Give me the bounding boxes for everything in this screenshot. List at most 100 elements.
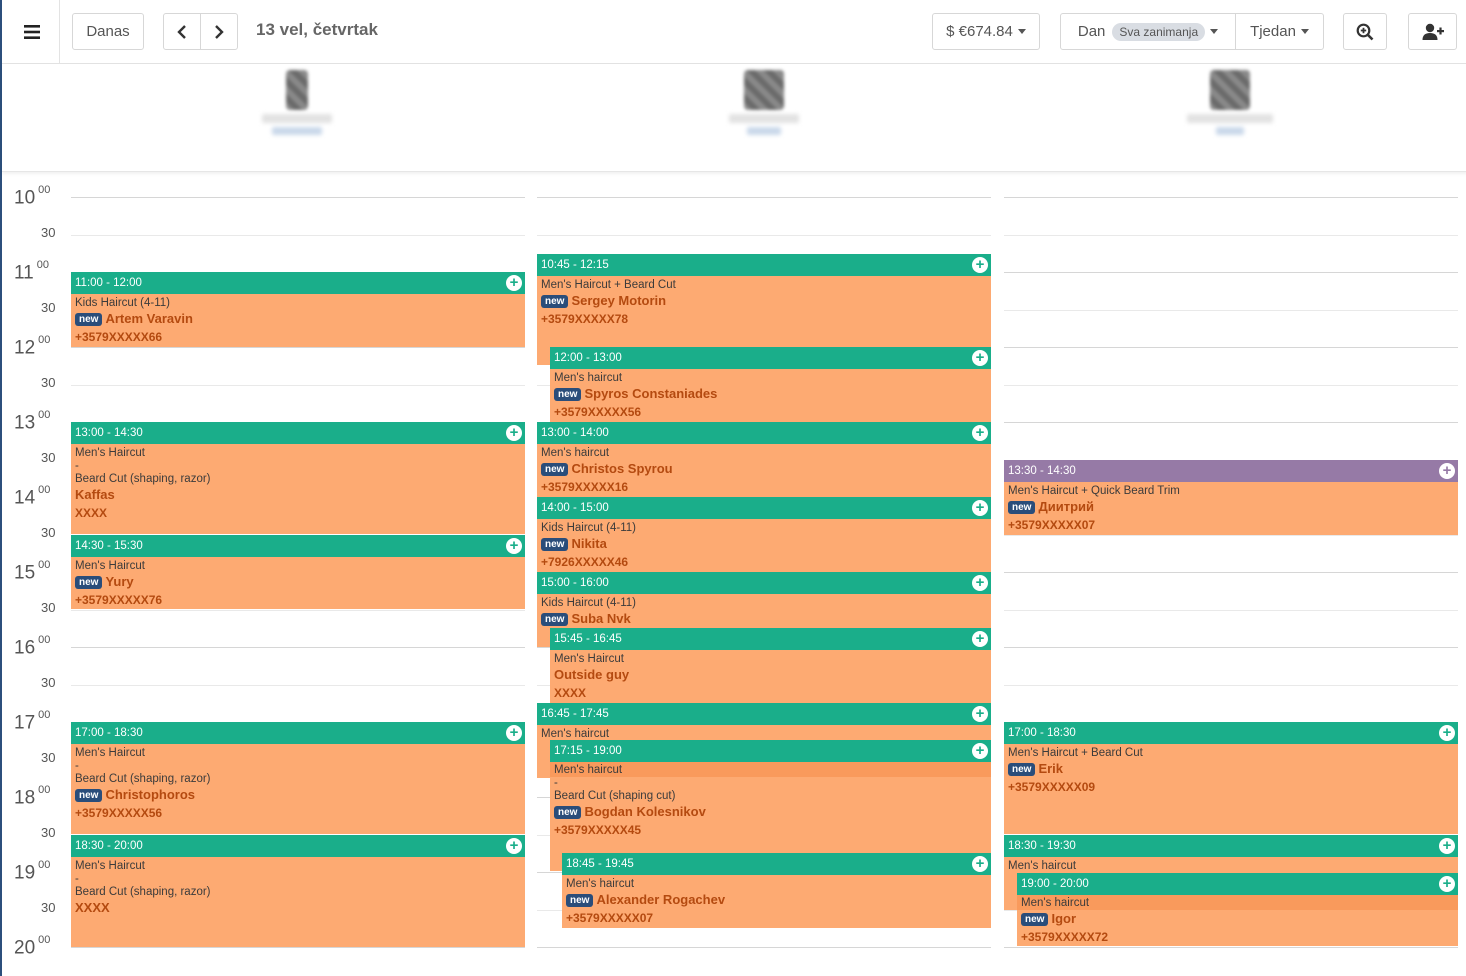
plus-circle-icon[interactable]: +	[506, 275, 522, 291]
half-hour-label: 30	[41, 450, 56, 465]
calendar-app: Danas 13 vel, četvrtak $ €674.84 Dan Sva…	[0, 0, 1466, 976]
plus-circle-icon[interactable]: +	[972, 575, 988, 591]
hour-label: 16 00	[14, 634, 51, 659]
half-hour-label: 30	[41, 750, 56, 765]
avatar	[744, 70, 784, 110]
appointment[interactable]: 18:30 - 20:00 + Men's Haircut - Beard Cut…	[71, 835, 525, 947]
appointment[interactable]: 19:00 - 20:00 + Men's haircut new Igor +35…	[1017, 873, 1458, 946]
view-day-label: Dan	[1077, 23, 1106, 40]
appointment[interactable]: 13:00 - 14:30 + Men's Haircut - Beard Cut…	[71, 422, 525, 534]
plus-circle-icon[interactable]: +	[506, 538, 522, 554]
menu-button[interactable]	[4, 0, 60, 63]
appointment-client: new Alexander Rogachev	[566, 891, 987, 909]
new-badge: new	[541, 538, 569, 552]
new-badge: new	[75, 576, 103, 590]
appointment[interactable]: 13:30 - 14:30 + Men's Haircut + Quick Bea…	[1004, 460, 1458, 535]
plus-circle-icon[interactable]: +	[1439, 463, 1455, 479]
appointment-time: 11:00 - 12:00	[75, 277, 142, 289]
new-badge: new	[75, 313, 103, 327]
plus-circle-icon[interactable]: +	[506, 838, 522, 854]
add-staff-button[interactable]	[1408, 13, 1457, 50]
staff-role	[1216, 127, 1244, 135]
chevron-right-icon	[215, 24, 224, 39]
plus-circle-icon[interactable]: +	[972, 856, 988, 872]
prev-day-button[interactable]	[163, 13, 201, 50]
plus-circle-icon[interactable]: +	[506, 725, 522, 741]
appointment-phone: +3579XXXXX16	[541, 480, 629, 494]
today-button[interactable]: Danas	[72, 13, 144, 50]
appointment-header: 10:45 - 12:15 +	[537, 254, 991, 276]
appointment[interactable]: 15:45 - 16:45 + Men's Haircut Outside guy…	[550, 628, 991, 703]
appointment-time: 17:15 - 19:00	[554, 745, 622, 757]
appointment-service: Kids Haircut (4-11)	[541, 597, 637, 609]
appointment-time: 19:00 - 20:00	[1021, 878, 1089, 890]
appointment-service: Men's haircut	[566, 878, 635, 890]
view-day-dropdown[interactable]: Dan Sva zanimanja	[1060, 13, 1236, 50]
staff-name	[262, 114, 332, 123]
plus-circle-icon[interactable]: +	[972, 631, 988, 647]
appointment[interactable]: 14:30 - 15:30 + Men's Haircut new Yury +35…	[71, 535, 525, 609]
next-day-button[interactable]	[200, 13, 238, 50]
plus-circle-icon[interactable]: +	[1439, 838, 1455, 854]
staff-column-3[interactable]	[1180, 70, 1280, 135]
appointment-service: Men's Haircut + Beard Cut	[1008, 747, 1143, 759]
appointment-header: 11:00 - 12:00 +	[71, 272, 525, 294]
hour-label: 13 00	[14, 409, 51, 434]
appointment-header: 18:30 - 19:30 +	[1004, 835, 1458, 857]
appointment-header: 14:30 - 15:30 +	[71, 535, 525, 557]
new-badge: new	[554, 806, 582, 820]
new-badge: new	[541, 613, 569, 627]
plus-circle-icon[interactable]: +	[972, 706, 988, 722]
zoom-in-icon	[1356, 23, 1374, 40]
new-badge: new	[75, 789, 103, 803]
half-hour-label: 30	[41, 225, 56, 240]
appointment-service: Men's haircut	[554, 764, 623, 776]
plus-circle-icon[interactable]: +	[972, 500, 988, 516]
appointment-service: Men's Haircut + Quick Beard Trim	[1008, 485, 1180, 497]
appointment-client: new Artem Varavin	[75, 310, 521, 328]
hour-label: 18 00	[14, 784, 51, 809]
appointment-time: 13:00 - 14:00	[541, 427, 609, 439]
appointment-phone: +3579XXXXX72	[1021, 930, 1109, 944]
plus-circle-icon[interactable]: +	[972, 743, 988, 759]
grid-line	[71, 197, 525, 198]
plus-circle-icon[interactable]: +	[1439, 725, 1455, 741]
plus-circle-icon[interactable]: +	[1439, 876, 1455, 892]
new-badge: new	[1008, 763, 1036, 777]
appointment-time: 16:45 - 17:45	[541, 708, 609, 720]
appointment-service: Men's haircut	[1021, 897, 1090, 909]
half-hour-label: 30	[41, 900, 56, 915]
appointment-service: Men's Haircut	[554, 653, 624, 665]
appointment[interactable]: 17:00 - 18:30 + Men's Haircut - Beard Cut…	[71, 722, 525, 834]
day-grid: 10 00 30 11 00 30 12 00 30 13 00 30 14 00 30 …	[2, 173, 1466, 976]
new-badge: new	[554, 388, 582, 402]
staff-column-1[interactable]	[247, 70, 347, 135]
appointment[interactable]: 17:15 - 19:00 + Men's haircut - Beard Cut…	[550, 740, 991, 871]
staff-column-2[interactable]	[714, 70, 814, 135]
appointment-service: Men's Haircut	[75, 747, 145, 759]
appointment[interactable]: 13:00 - 14:00 + Men's haircut new Christos…	[537, 422, 991, 497]
plus-circle-icon[interactable]: +	[972, 257, 988, 273]
plus-circle-icon[interactable]: +	[972, 425, 988, 441]
plus-circle-icon[interactable]: +	[506, 425, 522, 441]
appointment[interactable]: 12:00 - 13:00 + Men's haircut new Spyros C…	[550, 347, 991, 422]
appointment-header: 17:00 - 18:30 +	[1004, 722, 1458, 744]
appointment-service: Men's haircut	[554, 372, 623, 384]
appointment[interactable]: 17:00 - 18:30 + Men's Haircut + Beard Cut…	[1004, 722, 1458, 834]
revenue-dropdown[interactable]: $ €674.84	[932, 13, 1040, 50]
appointment[interactable]: 18:45 - 19:45 + Men's haircut new Alexande…	[562, 853, 991, 928]
appointment-header: 17:00 - 18:30 +	[71, 722, 525, 744]
appointment-header: 18:30 - 20:00 +	[71, 835, 525, 857]
appointment[interactable]: 14:00 - 15:00 + Kids Haircut (4-11) new Ni…	[537, 497, 991, 572]
toolbar: Danas 13 vel, četvrtak $ €674.84 Dan Sva…	[2, 0, 1466, 64]
view-week-dropdown[interactable]: Tjedan	[1235, 13, 1324, 50]
revenue-label: $ €674.84	[946, 23, 1013, 40]
zoom-button[interactable]	[1343, 13, 1387, 50]
grid-line	[1004, 272, 1458, 273]
appointment-time: 14:30 - 15:30	[75, 540, 143, 552]
grid-line	[71, 647, 525, 648]
appointment[interactable]: 11:00 - 12:00 + Kids Haircut (4-11) new Ar…	[71, 272, 525, 347]
appointment-time: 18:30 - 19:30	[1008, 840, 1076, 852]
plus-circle-icon[interactable]: +	[972, 350, 988, 366]
grid-line	[71, 610, 525, 611]
